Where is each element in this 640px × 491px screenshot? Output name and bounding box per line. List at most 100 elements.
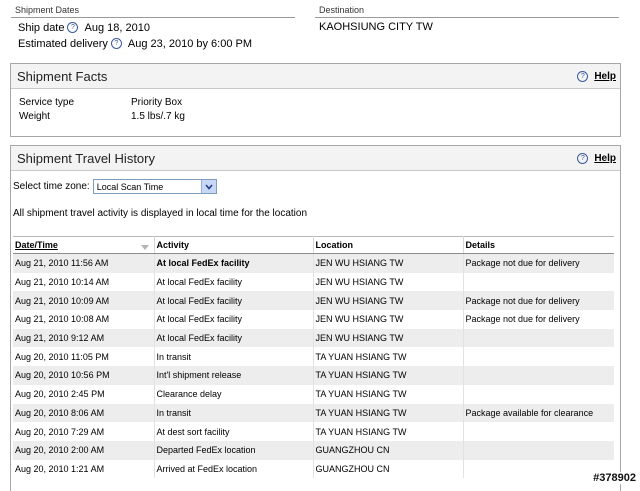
destination-value: KAOHSIUNG CITY TW <box>319 21 433 33</box>
cell-details <box>463 272 614 292</box>
cell-location: JEN WU HSIANG TW <box>313 291 464 311</box>
chevron-down-icon[interactable] <box>200 180 216 193</box>
cell-details <box>463 422 614 441</box>
time-zone-row: Select time zone: Local Scan Time <box>11 171 620 194</box>
cell-date-time: Aug 20, 2010 7:29 AM <box>13 422 155 441</box>
table-row: Aug 20, 2010 10:56 PM Int'l shipment rele… <box>13 366 614 385</box>
time-zone-label: Select time zone: <box>13 181 90 192</box>
cell-date-time: Aug 21, 2010 11:56 AM <box>13 253 155 273</box>
travel-history-panel: Shipment Travel History ? Help Select ti… <box>10 145 621 491</box>
cell-location: TA YUAN HSIANG TW <box>313 422 464 441</box>
cell-date-time: Aug 21, 2010 10:14 AM <box>13 272 155 292</box>
service-type-value: Priority Box <box>131 96 183 108</box>
cell-details: Package not due for delivery <box>463 310 614 329</box>
travel-history-table: Date/Time Activity Location Details Aug … <box>13 236 614 479</box>
cell-activity: Arrived at FedEx location <box>154 459 314 479</box>
cell-details: Package not due for delivery <box>463 253 614 273</box>
cell-activity: At local FedEx facility <box>154 310 314 329</box>
question-mark-icon[interactable]: ? <box>67 22 79 33</box>
cell-details <box>463 384 614 404</box>
table-row: Aug 21, 2010 10:14 AM At local FedEx faci… <box>13 272 614 292</box>
cell-location: JEN WU HSIANG TW <box>313 272 464 292</box>
cell-location: JEN WU HSIANG TW <box>313 253 464 273</box>
cell-activity: Departed FedEx location <box>154 440 314 460</box>
column-header-label[interactable]: Date/Time <box>15 240 58 250</box>
time-zone-value: Local Scan Time <box>96 181 164 192</box>
cell-activity: At local FedEx facility <box>154 328 314 348</box>
table-row: Aug 21, 2010 10:09 AM At local FedEx faci… <box>13 291 614 311</box>
table-row: Aug 21, 2010 11:56 AM At local FedEx faci… <box>13 253 614 273</box>
table-row: Aug 20, 2010 2:00 AM Departed FedEx locat… <box>13 440 614 460</box>
help-link-label[interactable]: Help <box>594 71 616 82</box>
cell-location: GUANGZHOU CN <box>313 440 464 460</box>
weight-label: Weight <box>19 110 50 122</box>
destination-section: Destination KAOHSIUNG CITY TW <box>315 0 619 33</box>
table-row: Aug 20, 2010 1:21 AM Arrived at FedEx loc… <box>13 459 614 479</box>
cell-details <box>463 328 614 348</box>
column-header-details: Details <box>463 236 614 254</box>
estimated-delivery-label: Estimated delivery <box>18 37 108 50</box>
sort-arrow-icon[interactable] <box>140 245 149 250</box>
destination-header: Destination <box>315 0 619 18</box>
shipment-facts-panel: Shipment Facts ? Help Service type Prior… <box>10 63 621 137</box>
travel-history-header: Shipment Travel History ? Help <box>11 146 620 171</box>
cell-date-time: Aug 20, 2010 10:56 PM <box>13 366 155 385</box>
cell-location: GUANGZHOU CN <box>313 459 464 479</box>
local-time-info: All shipment travel activity is displaye… <box>13 208 308 219</box>
cell-details <box>463 440 614 460</box>
cell-activity: At dest sort facility <box>154 422 314 441</box>
help-link[interactable]: ? Help <box>574 152 620 164</box>
fact-row: Service type Priority Box <box>19 95 620 109</box>
question-mark-icon: ? <box>577 152 589 164</box>
table-row: Aug 21, 2010 10:08 AM At local FedEx faci… <box>13 310 614 329</box>
table-row: Aug 20, 2010 8:06 AM In transit TA YUAN HS… <box>13 403 614 423</box>
table-header-row: Date/Time Activity Location Details <box>13 236 614 254</box>
travel-history-title: Shipment Travel History <box>17 150 155 166</box>
question-mark-icon[interactable]: ? <box>110 38 122 49</box>
help-link[interactable]: ? Help <box>574 70 620 82</box>
cell-location: TA YUAN HSIANG TW <box>313 366 464 385</box>
column-header-date-time[interactable]: Date/Time <box>13 236 155 254</box>
cell-activity: In transit <box>154 347 314 367</box>
shipment-summary: Shipment Dates Ship date ? Aug 18, 2010 … <box>11 0 619 52</box>
help-link-label[interactable]: Help <box>594 153 616 164</box>
cell-date-time: Aug 20, 2010 11:05 PM <box>13 347 155 367</box>
table-row: Aug 20, 2010 11:05 PM In transit TA YUAN H… <box>13 347 614 367</box>
cell-activity: At local FedEx facility <box>154 291 314 311</box>
cell-details: Package not due for delivery <box>463 291 614 311</box>
cell-location: TA YUAN HSIANG TW <box>313 403 464 423</box>
cell-activity: Int'l shipment release <box>154 366 314 385</box>
table-row: Aug 21, 2010 9:12 AM At local FedEx facil… <box>13 328 614 348</box>
ship-date-value: Aug 18, 2010 <box>84 21 150 34</box>
cell-location: TA YUAN HSIANG TW <box>313 347 464 367</box>
cell-date-time: Aug 21, 2010 10:08 AM <box>13 310 155 329</box>
cell-details <box>463 366 614 385</box>
cell-date-time: Aug 21, 2010 9:12 AM <box>13 328 155 348</box>
cell-date-time: Aug 20, 2010 2:45 PM <box>13 384 155 404</box>
cell-activity: At local FedEx facility <box>154 272 314 292</box>
shipment-facts-body: Service type Priority Box Weight 1.5 lbs… <box>11 89 620 123</box>
column-header-location: Location <box>313 236 464 254</box>
table-row: Aug 20, 2010 7:29 AM At dest sort facilit… <box>13 422 614 441</box>
cell-location: TA YUAN HSIANG TW <box>313 384 464 404</box>
cell-details: Package available for clearance <box>463 403 614 423</box>
cell-activity: At local FedEx facility <box>154 253 314 273</box>
cell-details <box>463 347 614 367</box>
shipment-dates-header: Shipment Dates <box>11 0 295 18</box>
question-mark-icon: ? <box>577 70 589 82</box>
table-row: Aug 20, 2010 2:45 PM Clearance delay TA YU… <box>13 384 614 404</box>
ship-date-label: Ship date <box>18 21 65 34</box>
estimated-delivery-line: Estimated delivery ? Aug 23, 2010 by 6:0… <box>11 34 295 50</box>
cell-location: JEN WU HSIANG TW <box>313 310 464 329</box>
cell-date-time: Aug 20, 2010 8:06 AM <box>13 403 155 423</box>
cell-date-time: Aug 20, 2010 1:21 AM <box>13 459 155 479</box>
cell-date-time: Aug 20, 2010 2:00 AM <box>13 440 155 460</box>
column-header-activity: Activity <box>154 236 314 254</box>
time-zone-select[interactable]: Local Scan Time <box>92 179 217 194</box>
ship-date-line: Ship date ? Aug 18, 2010 <box>11 18 295 34</box>
cell-activity: In transit <box>154 403 314 423</box>
cell-location: JEN WU HSIANG TW <box>313 328 464 348</box>
shipment-facts-header: Shipment Facts ? Help <box>11 64 620 89</box>
image-id-watermark: #378902 <box>592 472 637 484</box>
shipment-dates-section: Shipment Dates Ship date ? Aug 18, 2010 … <box>11 0 295 50</box>
